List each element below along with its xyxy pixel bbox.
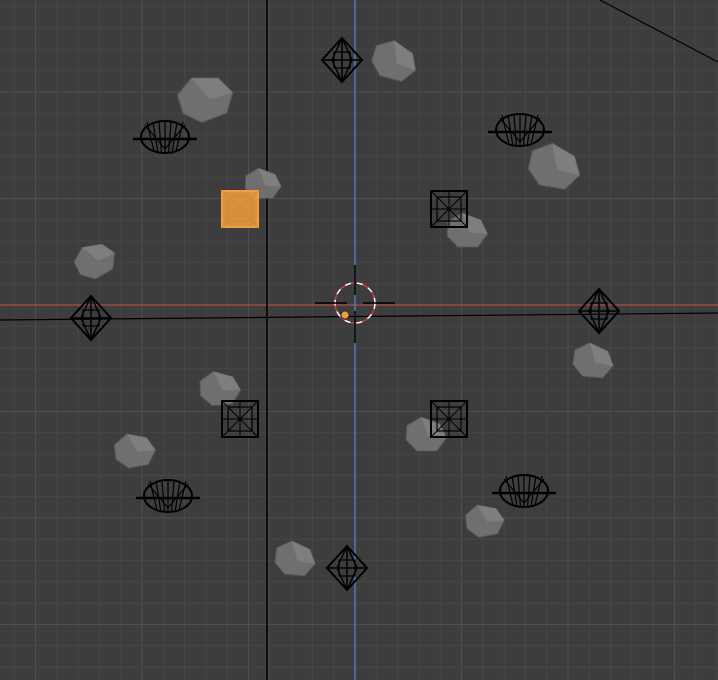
cube-lower-right[interactable] [430,400,468,438]
cube-upper-right[interactable] [430,190,468,228]
cube-upper-left[interactable] [221,190,259,228]
origin-dot [340,310,350,320]
3d-viewport[interactable] [0,0,718,680]
cube-lower-left[interactable] [221,400,259,438]
scene-canvas[interactable] [0,0,718,680]
